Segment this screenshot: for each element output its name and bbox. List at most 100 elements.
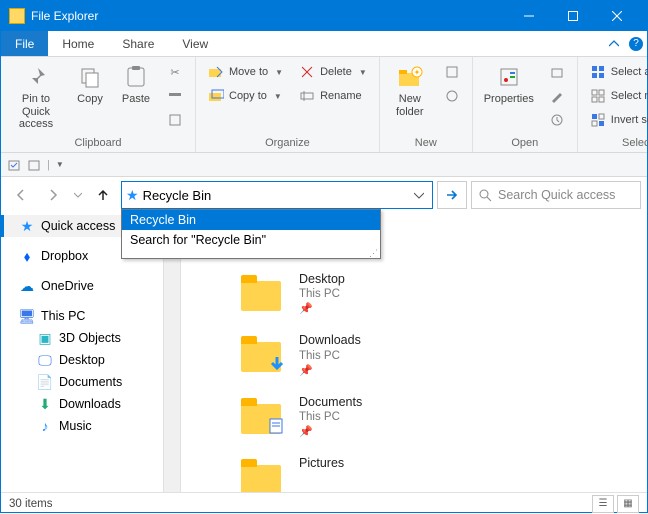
folder-icon: [241, 455, 285, 492]
tree-3d-objects[interactable]: ▣3D Objects: [1, 327, 180, 349]
list-item[interactable]: DownloadsThis PC📌: [241, 332, 647, 377]
onedrive-icon: ☁: [19, 278, 35, 294]
music-icon: ♪: [37, 418, 53, 434]
icons-view-button[interactable]: ▦: [617, 495, 639, 513]
properties-button[interactable]: Properties: [479, 61, 539, 108]
tree-downloads[interactable]: ⬇Downloads: [1, 393, 180, 415]
tree-desktop[interactable]: 🖵Desktop: [1, 349, 180, 371]
ribbon-group-organize: Move to▼ Copy to▼ Delete▼ Rename Organiz…: [196, 57, 380, 152]
delete-icon: [299, 64, 315, 80]
select-all-button[interactable]: Select all: [584, 61, 648, 83]
go-button[interactable]: [437, 181, 467, 209]
qat-item[interactable]: [7, 158, 21, 172]
ribbon-group-clipboard: Pin to Quick access Copy Paste ✂ Clipboa…: [1, 57, 196, 152]
ribbon-group-open: Properties Open: [473, 57, 578, 152]
downloads-icon: ⬇: [37, 396, 53, 412]
copy-path-icon: [167, 88, 183, 104]
document-badge-icon: [267, 416, 287, 436]
ribbon-tabs: File Home Share View ?: [1, 31, 647, 57]
ribbon-group-new: ✦ New folder New: [380, 57, 473, 152]
copy-to-button[interactable]: Copy to▼: [202, 85, 289, 107]
file-tab[interactable]: File: [1, 31, 48, 56]
edit-button[interactable]: [543, 85, 571, 107]
ribbon-group-select: Select all Select none Invert selection …: [578, 57, 648, 152]
list-item[interactable]: DocumentsThis PC📌: [241, 394, 647, 439]
tree-music[interactable]: ♪Music: [1, 415, 180, 437]
documents-icon: 📄: [37, 374, 53, 390]
delete-button[interactable]: Delete▼: [293, 61, 373, 83]
rename-button[interactable]: Rename: [293, 85, 373, 107]
status-bar: 30 items ☰ ▦: [1, 492, 647, 514]
move-to-icon: [208, 64, 224, 80]
up-button[interactable]: [89, 181, 117, 209]
invert-selection-icon: [590, 112, 606, 128]
move-to-button[interactable]: Move to▼: [202, 61, 289, 83]
paste-shortcut-icon: [167, 112, 183, 128]
edit-icon: [549, 88, 565, 104]
list-item[interactable]: DesktopThis PC📌: [241, 271, 647, 316]
folder-icon: [241, 271, 285, 311]
dropbox-icon: ⬧: [19, 248, 35, 264]
pc-icon: 🖥: [19, 308, 35, 324]
address-dropdown-button[interactable]: [410, 191, 428, 199]
tree-documents[interactable]: 📄Documents: [1, 371, 180, 393]
forward-button[interactable]: [39, 181, 67, 209]
help-button[interactable]: ?: [625, 31, 647, 56]
invert-selection-button[interactable]: Invert selection: [584, 109, 648, 131]
paste-button[interactable]: Paste: [115, 61, 157, 108]
copy-button[interactable]: Copy: [69, 61, 111, 108]
copy-to-icon: [208, 88, 224, 104]
tab-view[interactable]: View: [168, 31, 222, 56]
pin-icon: [21, 63, 51, 91]
qat-item[interactable]: [27, 158, 41, 172]
search-icon: [478, 188, 492, 202]
app-icon: [9, 8, 25, 24]
pin-icon: 📌: [299, 425, 362, 439]
resize-grip[interactable]: ⋰: [122, 250, 380, 258]
easy-access-icon: [444, 88, 460, 104]
paste-shortcut-button[interactable]: [161, 109, 189, 131]
history-button[interactable]: [543, 109, 571, 131]
qat-dropdown[interactable]: ▼: [56, 160, 64, 169]
list-item[interactable]: Pictures: [241, 455, 647, 492]
select-none-icon: [590, 88, 606, 104]
details-view-button[interactable]: ☰: [592, 495, 614, 513]
ribbon: Pin to Quick access Copy Paste ✂ Clipboa…: [1, 57, 647, 153]
download-arrow-icon: [267, 354, 287, 374]
new-folder-icon: ✦: [395, 63, 425, 91]
location-icon: ★: [126, 187, 139, 204]
suggestion-item[interactable]: Recycle Bin: [122, 210, 380, 230]
properties-icon: [494, 63, 524, 91]
minimize-button[interactable]: [507, 1, 551, 31]
select-none-button[interactable]: Select none: [584, 85, 648, 107]
svg-text:✦: ✦: [413, 68, 420, 77]
copy-path-button[interactable]: [161, 85, 189, 107]
tab-share[interactable]: Share: [108, 31, 168, 56]
maximize-button[interactable]: [551, 1, 595, 31]
tree-onedrive[interactable]: ☁OneDrive: [1, 275, 180, 297]
pin-to-quick-access-button[interactable]: Pin to Quick access: [7, 61, 65, 133]
new-item-icon: [444, 64, 460, 80]
star-icon: ★: [19, 218, 35, 234]
cut-button[interactable]: ✂: [161, 61, 189, 83]
close-button[interactable]: [595, 1, 639, 31]
easy-access-button[interactable]: [438, 85, 466, 107]
open-button[interactable]: [543, 61, 571, 83]
search-box[interactable]: Search Quick access: [471, 181, 641, 209]
open-icon: [549, 64, 565, 80]
new-item-button[interactable]: [438, 61, 466, 83]
address-input[interactable]: [143, 188, 406, 203]
back-button[interactable]: [7, 181, 35, 209]
suggestion-item[interactable]: Search for "Recycle Bin": [122, 230, 380, 250]
address-bar[interactable]: ★ Recycle Bin Search for "Recycle Bin" ⋰: [121, 181, 433, 209]
copy-icon: [75, 63, 105, 91]
recent-locations-button[interactable]: [71, 181, 85, 209]
folder-icon: [241, 394, 285, 434]
tree-this-pc[interactable]: 🖥This PC: [1, 305, 180, 327]
tab-home[interactable]: Home: [48, 31, 108, 56]
desktop-icon: 🖵: [37, 352, 53, 368]
new-folder-button[interactable]: ✦ New folder: [386, 61, 434, 120]
collapse-ribbon-button[interactable]: [603, 31, 625, 56]
address-suggestions: Recycle Bin Search for "Recycle Bin" ⋰: [121, 209, 381, 259]
window-title: File Explorer: [31, 9, 507, 23]
